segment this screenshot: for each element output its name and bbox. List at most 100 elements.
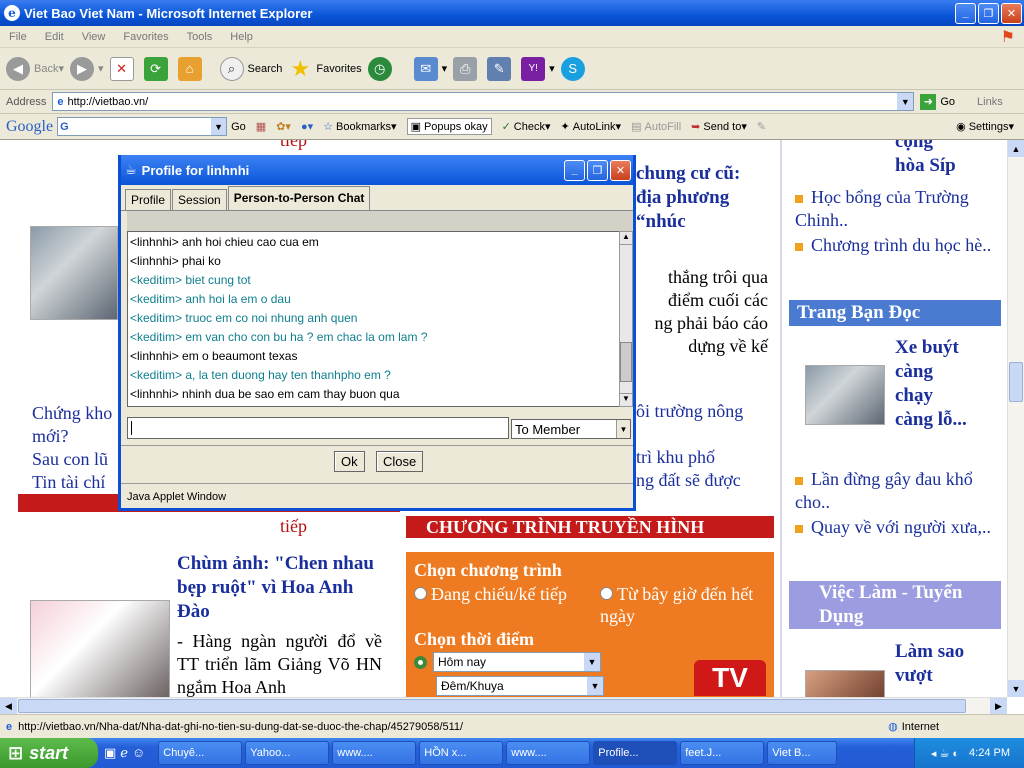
cherry-blossom-photo[interactable] bbox=[30, 600, 170, 697]
recipient-select[interactable]: To Member ▼ bbox=[511, 419, 631, 439]
menu-view[interactable]: View bbox=[73, 31, 115, 43]
spellcheck-button[interactable]: ✓ Check ▾ bbox=[502, 120, 551, 134]
task-button[interactable]: Yahoo... bbox=[245, 741, 330, 765]
tray-icons[interactable]: ◂ ☕ ◐ bbox=[931, 747, 959, 760]
news-thumbnail[interactable] bbox=[30, 226, 118, 320]
chat-scroll-down-icon[interactable]: ▼ bbox=[620, 393, 632, 406]
go-button[interactable]: ➜ Go bbox=[920, 93, 955, 110]
autofill-button[interactable]: ▤ AutoFill bbox=[631, 120, 681, 134]
address-input[interactable]: e http://vietbao.vn/ ▼ bbox=[52, 92, 915, 111]
more-link-2[interactable]: tiếp bbox=[280, 516, 307, 537]
pagerank-icon[interactable]: ▦ bbox=[256, 120, 266, 133]
sidebar-head-jobs[interactable]: Việc Làm - Tuyển Dụng bbox=[789, 581, 1001, 629]
sidebar-link[interactable]: Lần đừng gây đau khổ cho.. bbox=[795, 468, 1000, 514]
tv-option-rest-of-day[interactable]: Từ bây giờ đến hết ngày bbox=[600, 583, 766, 627]
menu-tools[interactable]: Tools bbox=[178, 31, 222, 43]
address-dropdown-icon[interactable]: ▼ bbox=[897, 93, 914, 110]
close-chat-button[interactable]: Close bbox=[376, 451, 424, 472]
news-icon[interactable]: ✿▾ bbox=[276, 120, 291, 133]
sidebar-story-1[interactable]: Xe buýt càng chạy càng lỗ... bbox=[895, 336, 975, 432]
back-button[interactable]: ◀ Back ▾ bbox=[6, 56, 64, 81]
chat-log[interactable]: <linhnhi> anh hoi chieu cao cua em <linh… bbox=[127, 231, 625, 407]
applet-minimize-button[interactable]: _ bbox=[564, 159, 585, 181]
ok-button[interactable]: Ok bbox=[334, 451, 365, 472]
bookmarks-button[interactable]: ☆ Bookmarks ▾ bbox=[323, 120, 396, 134]
highlighter-icon[interactable]: ✎ bbox=[757, 120, 766, 133]
tv-banner[interactable]: CHƯƠNG TRÌNH TRUYỀN HÌNH bbox=[406, 516, 774, 538]
search-button[interactable]: ⌕ Search bbox=[219, 56, 282, 81]
more-link[interactable]: tiếp bbox=[280, 140, 307, 151]
minimize-button[interactable]: _ bbox=[955, 2, 976, 24]
start-button[interactable]: ⊞ start bbox=[0, 738, 98, 768]
scroll-up-arrow-icon[interactable]: ▲ bbox=[1008, 140, 1024, 157]
hscroll-thumb[interactable] bbox=[18, 699, 966, 713]
sidebar-link[interactable]: Học bổng của Trường Chinh.. bbox=[795, 186, 1000, 232]
sidebar-story-2[interactable]: Làm sao vượt bbox=[895, 640, 964, 688]
google-go-button[interactable]: Go bbox=[231, 121, 246, 133]
tv-option-now[interactable]: Đang chiếu/kế tiếp bbox=[414, 583, 580, 627]
favorites-button[interactable]: ★ Favorites bbox=[288, 56, 362, 81]
applet-close-button[interactable]: ✕ bbox=[610, 159, 631, 181]
chat-scroll-thumb[interactable] bbox=[620, 342, 632, 382]
menu-edit[interactable]: Edit bbox=[36, 31, 73, 43]
menu-favorites[interactable]: Favorites bbox=[114, 31, 177, 43]
jobs-photo[interactable] bbox=[805, 670, 885, 697]
sidebar-link[interactable]: Quay về với người xưa,.. bbox=[795, 516, 1000, 539]
google-logo[interactable]: Google bbox=[6, 118, 53, 136]
mail-button[interactable]: ✉ ▾ bbox=[413, 56, 447, 81]
scroll-left-arrow-icon[interactable]: ◀ bbox=[0, 698, 17, 714]
popups-button[interactable]: ▣ Popups okay bbox=[406, 118, 492, 135]
google-search-input[interactable]: G ▼ bbox=[57, 117, 228, 136]
refresh-button[interactable]: ⟳ bbox=[143, 56, 172, 81]
news-title[interactable]: Chùm ảnh: "Chen nhau bẹp ruột" vì Hoa An… bbox=[177, 552, 382, 624]
sidebar-link[interactable]: Chương trình du học hè.. bbox=[795, 234, 1000, 257]
history-button[interactable]: ◷ bbox=[367, 56, 396, 81]
menu-help[interactable]: Help bbox=[221, 31, 262, 43]
autolink-button[interactable]: ✦ AutoLink ▾ bbox=[561, 120, 622, 134]
stop-button[interactable]: ✕ bbox=[109, 56, 138, 81]
chat-input[interactable] bbox=[127, 417, 509, 439]
quicklaunch-icons[interactable]: ▣ℯ☺ bbox=[104, 745, 149, 761]
close-button[interactable]: ✕ bbox=[1001, 2, 1022, 24]
profile-title-bar[interactable]: ☕ Profile for linhnhi _ ❐ ✕ bbox=[121, 155, 633, 185]
scroll-down-arrow-icon[interactable]: ▼ bbox=[1008, 680, 1024, 697]
sidebar-head-readers[interactable]: Trang Bạn Đọc bbox=[789, 300, 1001, 326]
links-label[interactable]: Links bbox=[977, 96, 1003, 108]
yahoo-button[interactable]: Y! ▾ bbox=[521, 56, 555, 81]
applet-maximize-button[interactable]: ❐ bbox=[587, 159, 608, 181]
task-button[interactable]: Chuyê... bbox=[158, 741, 243, 765]
send-to-button[interactable]: ➥ Send to ▾ bbox=[691, 120, 747, 134]
task-button[interactable]: feet.J... bbox=[680, 741, 765, 765]
scroll-thumb[interactable] bbox=[1009, 362, 1023, 402]
tv-time-select-2[interactable]: Đêm/Khuya ▼ bbox=[436, 676, 604, 696]
task-button[interactable]: Viet B... bbox=[767, 741, 838, 765]
middle-headline[interactable]: chung cư cũ: địa phương “nhúc bbox=[636, 162, 740, 234]
settings-button[interactable]: ◉ Settings ▾ bbox=[956, 120, 1014, 134]
tab-session[interactable]: Session bbox=[172, 189, 227, 210]
task-button-active[interactable]: Profile... bbox=[593, 741, 678, 765]
scroll-right-arrow-icon[interactable]: ▶ bbox=[990, 698, 1007, 714]
task-button[interactable]: www.... bbox=[332, 741, 417, 765]
ie-title-bar[interactable]: e Viet Bao Viet Nam - Microsoft Internet… bbox=[0, 0, 1024, 26]
edit-button[interactable]: ✎ bbox=[487, 56, 515, 81]
radio-today[interactable] bbox=[414, 655, 427, 669]
horizontal-scrollbar[interactable]: ◀ ▶ bbox=[0, 697, 1007, 714]
google-search-dropdown-icon[interactable]: ▼ bbox=[211, 118, 227, 135]
tab-profile[interactable]: Profile bbox=[125, 189, 172, 210]
print-button[interactable]: ⎙ bbox=[453, 56, 481, 81]
chat-scroll-up-icon[interactable]: ▲ bbox=[620, 232, 632, 245]
skype-button[interactable]: S bbox=[560, 56, 589, 81]
radio-rest-of-day[interactable] bbox=[600, 587, 613, 600]
bus-photo[interactable] bbox=[805, 365, 885, 425]
forward-button[interactable]: ▶ ▾ bbox=[70, 56, 104, 81]
blogger-icon[interactable]: ●▾ bbox=[301, 120, 313, 133]
home-button[interactable]: ⌂ bbox=[177, 56, 206, 81]
tab-chat[interactable]: Person-to-Person Chat bbox=[227, 186, 371, 210]
task-button[interactable]: HỒN x... bbox=[419, 741, 504, 765]
recipient-dropdown-icon[interactable]: ▼ bbox=[616, 420, 630, 438]
vertical-scrollbar[interactable]: ▲ ▼ bbox=[1007, 140, 1024, 697]
sidebar-top-title[interactable]: cộng hòa Síp bbox=[895, 140, 956, 178]
menu-file[interactable]: File bbox=[0, 31, 36, 43]
clock[interactable]: 4:24 PM bbox=[969, 747, 1010, 759]
radio-now[interactable] bbox=[414, 587, 427, 600]
